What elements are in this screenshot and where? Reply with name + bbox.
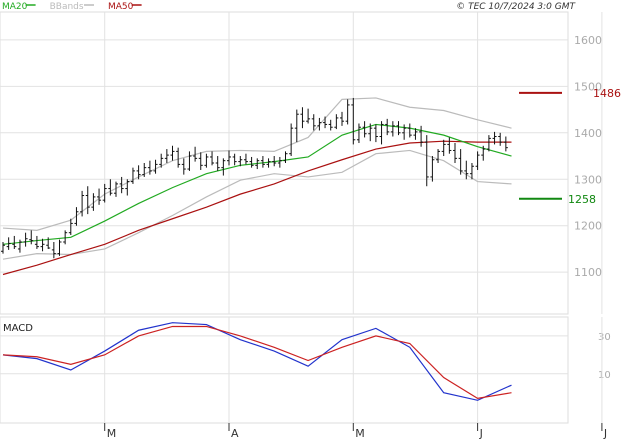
source-timestamp: © TEC 10/7/2024 3:0 GMT bbox=[456, 2, 576, 12]
price-tick-label: 1100 bbox=[574, 266, 602, 279]
legend-label: BBands bbox=[50, 2, 84, 12]
price-tick-label: 1600 bbox=[574, 34, 602, 47]
chart-canvas: 1100120013001400150016001030M A M J J1486125… bbox=[0, 0, 627, 440]
macd-tick-label: 10 bbox=[598, 370, 611, 381]
price-tick-label: 1400 bbox=[574, 127, 602, 140]
x-tick-label: M bbox=[107, 427, 117, 440]
x-tick-label: J bbox=[603, 427, 607, 440]
legend-label: MA20 bbox=[2, 2, 28, 12]
x-tick-label: A bbox=[231, 427, 239, 440]
price-tick-label: 1200 bbox=[574, 220, 602, 233]
x-tick-label: M bbox=[355, 427, 365, 440]
support-level-label: 1258 bbox=[568, 193, 596, 206]
legend-label: MA50 bbox=[108, 2, 134, 12]
resistance-level-label: 1486 bbox=[593, 87, 621, 100]
x-tick-label: J bbox=[479, 427, 483, 440]
macd-tick-label: 30 bbox=[598, 332, 611, 343]
stock-chart: 1100 1200 1300 1400 1500 1600 10 30 M A M J J 1486 125… bbox=[0, 0, 627, 440]
price-tick-label: 1300 bbox=[574, 173, 602, 186]
macd-panel-title: MACD bbox=[3, 323, 33, 334]
